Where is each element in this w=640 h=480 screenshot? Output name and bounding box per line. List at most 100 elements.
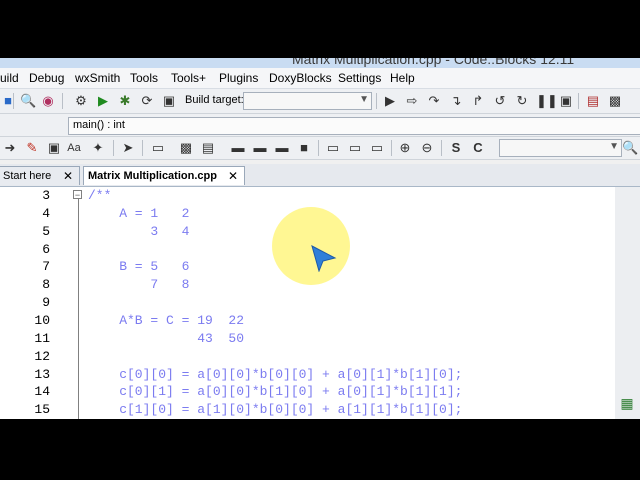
debug-windows-icon[interactable]: ▤ — [585, 93, 601, 109]
debug-run-icon[interactable]: ▶ — [382, 93, 398, 109]
close-icon[interactable]: ✕ — [228, 167, 238, 186]
mouse-cursor-icon — [311, 245, 337, 272]
font-icon[interactable]: Aa — [66, 140, 82, 156]
menu-tools-plus[interactable]: Tools+ — [171, 71, 206, 85]
zoom-in-icon[interactable]: ⊕ — [397, 140, 413, 156]
toolbar-separator — [62, 93, 63, 109]
document-icon[interactable]: ▤ — [200, 140, 216, 156]
close-icon[interactable]: ✕ — [63, 167, 73, 186]
rebuild-icon[interactable]: ⟳ — [139, 93, 155, 109]
menu-wxsmith[interactable]: wxSmith — [75, 71, 120, 85]
run-icon[interactable]: ▶ — [95, 93, 111, 109]
code-line: c[0][0] = a[0][0]*b[0][0] + a[0][1]*b[1]… — [88, 367, 463, 382]
menu-tools[interactable]: Tools — [130, 71, 158, 85]
build-target-select[interactable]: ▼ — [243, 92, 372, 110]
frame-icon[interactable]: ▭ — [347, 140, 363, 156]
line-number: 15 — [34, 402, 50, 417]
code-line: 7 8 — [88, 277, 190, 292]
frame-icon[interactable]: ▭ — [369, 140, 385, 156]
tab-label: Matrix Multiplication.cpp — [88, 170, 217, 182]
chevron-down-icon: ▼ — [609, 141, 619, 152]
line-number: 11 — [34, 331, 50, 346]
chevron-down-icon: ▼ — [359, 94, 369, 105]
tab-start-here[interactable]: Start here ✕ — [0, 166, 80, 185]
build-target-label: Build target: — [185, 94, 244, 106]
panel-icon[interactable]: ▬ — [274, 140, 290, 156]
code-line: 3 4 — [88, 224, 190, 239]
menu-debug[interactable]: Debug — [29, 71, 64, 85]
code-line: B = 5 6 — [88, 259, 190, 274]
panel-icon[interactable]: ▬ — [252, 140, 268, 156]
toolbar-editor: ➜ ✎ ▣ Aa ✦ ➤ ▭ ▩ ▤ ▬ ▬ ▬ ■ ▭ ▭ ▭ ⊕ ⊖ S C… — [0, 137, 640, 160]
toolbar-separator — [578, 93, 579, 109]
next-line-icon[interactable]: ↷ — [426, 93, 442, 109]
search-icon[interactable]: 🔍 — [622, 140, 638, 156]
block-icon[interactable]: ▣ — [46, 140, 62, 156]
window-title: Matrix Multiplication.cpp - Code::Blocks… — [292, 58, 575, 67]
code-line: c[0][1] = a[0][0]*b[1][0] + a[0][1]*b[1]… — [88, 384, 463, 399]
toolbar-separator — [318, 140, 319, 156]
function-scope-select[interactable]: main() : int — [68, 117, 640, 135]
menu-settings[interactable]: Settings — [338, 71, 381, 85]
line-number: 12 — [34, 349, 50, 364]
toolbar-separator — [391, 140, 392, 156]
frame-icon[interactable]: ▭ — [325, 140, 341, 156]
line-number: 4 — [42, 206, 50, 221]
function-scope-value: main() : int — [73, 119, 125, 131]
line-number: 13 — [34, 367, 50, 382]
fold-collapse-icon[interactable]: − — [73, 190, 82, 200]
title-bar: Matrix Multiplication.cpp - Code::Blocks… — [0, 58, 640, 68]
build-gear-icon[interactable]: ⚙ — [73, 93, 89, 109]
arrow-right-icon[interactable]: ➜ — [2, 140, 18, 156]
c-icon[interactable]: C — [470, 140, 486, 156]
zoom-out-icon[interactable]: ⊖ — [419, 140, 435, 156]
line-number: 6 — [42, 242, 50, 257]
s-icon[interactable]: S — [448, 140, 464, 156]
menu-bar: uild Debug wxSmith Tools Tools+ Plugins … — [0, 68, 640, 89]
replace-icon[interactable]: ◉ — [40, 93, 56, 109]
code-line: 43 50 — [88, 331, 245, 346]
step-into-instruction-icon[interactable]: ↻ — [514, 93, 530, 109]
highlighter-icon[interactable]: ✎ — [24, 140, 40, 156]
menu-help[interactable]: Help — [390, 71, 415, 85]
toolbar-separator — [142, 140, 143, 156]
code-line: A = 1 2 — [88, 206, 190, 221]
step-out-icon[interactable]: ↱ — [470, 93, 486, 109]
code-line: A*B = C = 19 22 — [88, 313, 245, 328]
line-number: 14 — [34, 384, 50, 399]
code-line: c[1][0] = a[1][0]*b[0][0] + a[1][1]*b[1]… — [88, 402, 463, 417]
next-instruction-icon[interactable]: ↺ — [492, 93, 508, 109]
various-info-icon[interactable]: ▩ — [607, 93, 623, 109]
find-icon[interactable]: 🔍 — [20, 93, 36, 109]
panel-icon[interactable]: ▬ — [230, 140, 246, 156]
tab-matrix-multiplication[interactable]: Matrix Multiplication.cpp ✕ — [83, 166, 245, 185]
toolbar-separator — [13, 93, 14, 109]
toolbar-separator — [376, 93, 377, 109]
stop-debug-icon[interactable]: ▣ — [558, 93, 574, 109]
abort-icon[interactable]: ▣ — [161, 93, 177, 109]
menu-build[interactable]: uild — [0, 71, 19, 85]
toolbar-main: ■ 🔍 ◉ ⚙ ▶ ✱ ⟳ ▣ Build target: ▼ ▶ ⇨ ↷ ↴ … — [0, 89, 640, 114]
image-icon[interactable]: ▩ — [178, 140, 194, 156]
menu-plugins[interactable]: Plugins — [219, 71, 258, 85]
pause-icon[interactable]: ❚❚ — [536, 93, 558, 109]
line-number: 3 — [42, 188, 50, 203]
line-number: 7 — [42, 259, 50, 274]
grid-colors-icon[interactable]: ▦ — [619, 395, 635, 411]
toolbar-code-completion: main() : int — [0, 114, 640, 137]
code-line: /** — [88, 188, 112, 203]
fold-line — [78, 199, 79, 419]
line-number: 5 — [42, 224, 50, 239]
line-number: 10 — [34, 313, 50, 328]
magic-icon[interactable]: ✦ — [90, 140, 106, 156]
build-and-run-icon[interactable]: ✱ — [117, 93, 133, 109]
search-select[interactable]: ▼ — [499, 139, 622, 157]
tab-label: Start here — [3, 170, 52, 182]
pointer-icon[interactable]: ➤ — [120, 140, 136, 156]
run-to-cursor-icon[interactable]: ⇨ — [404, 93, 420, 109]
rectangle-icon[interactable]: ▭ — [150, 140, 166, 156]
panel-icon[interactable]: ■ — [296, 140, 312, 156]
step-into-icon[interactable]: ↴ — [448, 93, 464, 109]
editor-tabs: Start here ✕ Matrix Multiplication.cpp ✕ — [0, 164, 640, 187]
menu-doxyblocks[interactable]: DoxyBlocks — [269, 71, 332, 85]
